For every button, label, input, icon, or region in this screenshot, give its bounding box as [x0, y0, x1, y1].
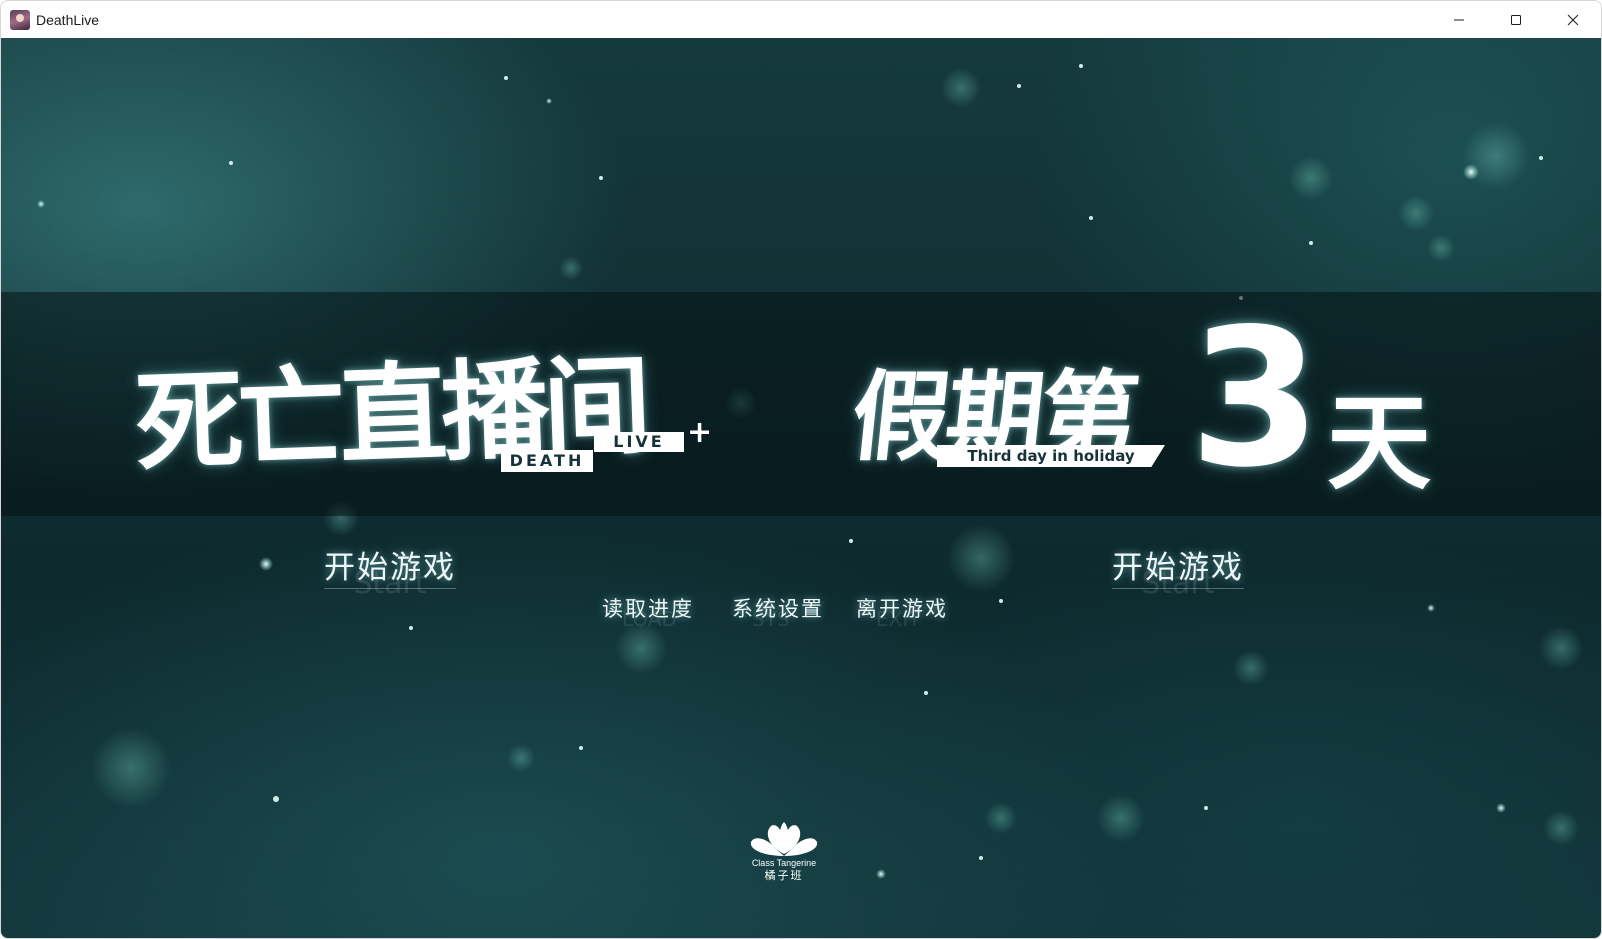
start-game-left-button[interactable]: Start 开始游戏 [305, 548, 475, 601]
window-title: DeathLive [36, 11, 100, 28]
logo-plus-mark: + [687, 415, 713, 450]
studio-name-en: Class Tangerine [751, 858, 817, 868]
exit-label: 离开游戏 [856, 597, 948, 621]
load-game-button[interactable]: LOAD 读取进度 [602, 593, 694, 633]
minimize-icon [1453, 19, 1464, 20]
close-button[interactable] [1544, 1, 1601, 38]
window-controls [1430, 1, 1601, 38]
start-right-label: 开始游戏 [1112, 550, 1244, 589]
maximize-button[interactable] [1487, 1, 1544, 38]
logo-holiday-subtitle: Third day in holiday [937, 445, 1165, 467]
game-window: DeathLive 死亡直播间 DEATH LIVE + 假期第 3 天 Thi… [0, 0, 1602, 939]
settings-label: 系统设置 [732, 597, 824, 621]
game-canvas[interactable]: 死亡直播间 DEATH LIVE + 假期第 3 天 Third day in … [1, 38, 1601, 938]
load-label: 读取进度 [602, 597, 694, 621]
logo-live-tag: LIVE [594, 432, 684, 452]
app-icon [10, 9, 30, 30]
studio-name-cn: 橘子班 [764, 869, 804, 882]
system-settings-button[interactable]: SYS 系统设置 [732, 593, 824, 633]
logo-holiday-number: 3 [1189, 288, 1322, 509]
logo-death-tag: DEATH [501, 450, 593, 472]
start-left-label: 开始游戏 [324, 550, 456, 589]
exit-game-button[interactable]: EXIT 离开游戏 [856, 593, 948, 633]
tangerine-petal-icon [750, 822, 818, 856]
maximize-icon [1510, 14, 1521, 25]
studio-logo: Class Tangerine 橘子班 [741, 818, 827, 883]
title-bar[interactable]: DeathLive [1, 1, 1601, 38]
logo-holiday-day: 天 [1327, 382, 1432, 504]
close-icon [1567, 14, 1578, 25]
start-game-right-button[interactable]: Start 开始游戏 [1093, 548, 1263, 601]
minimize-button[interactable] [1430, 1, 1487, 38]
